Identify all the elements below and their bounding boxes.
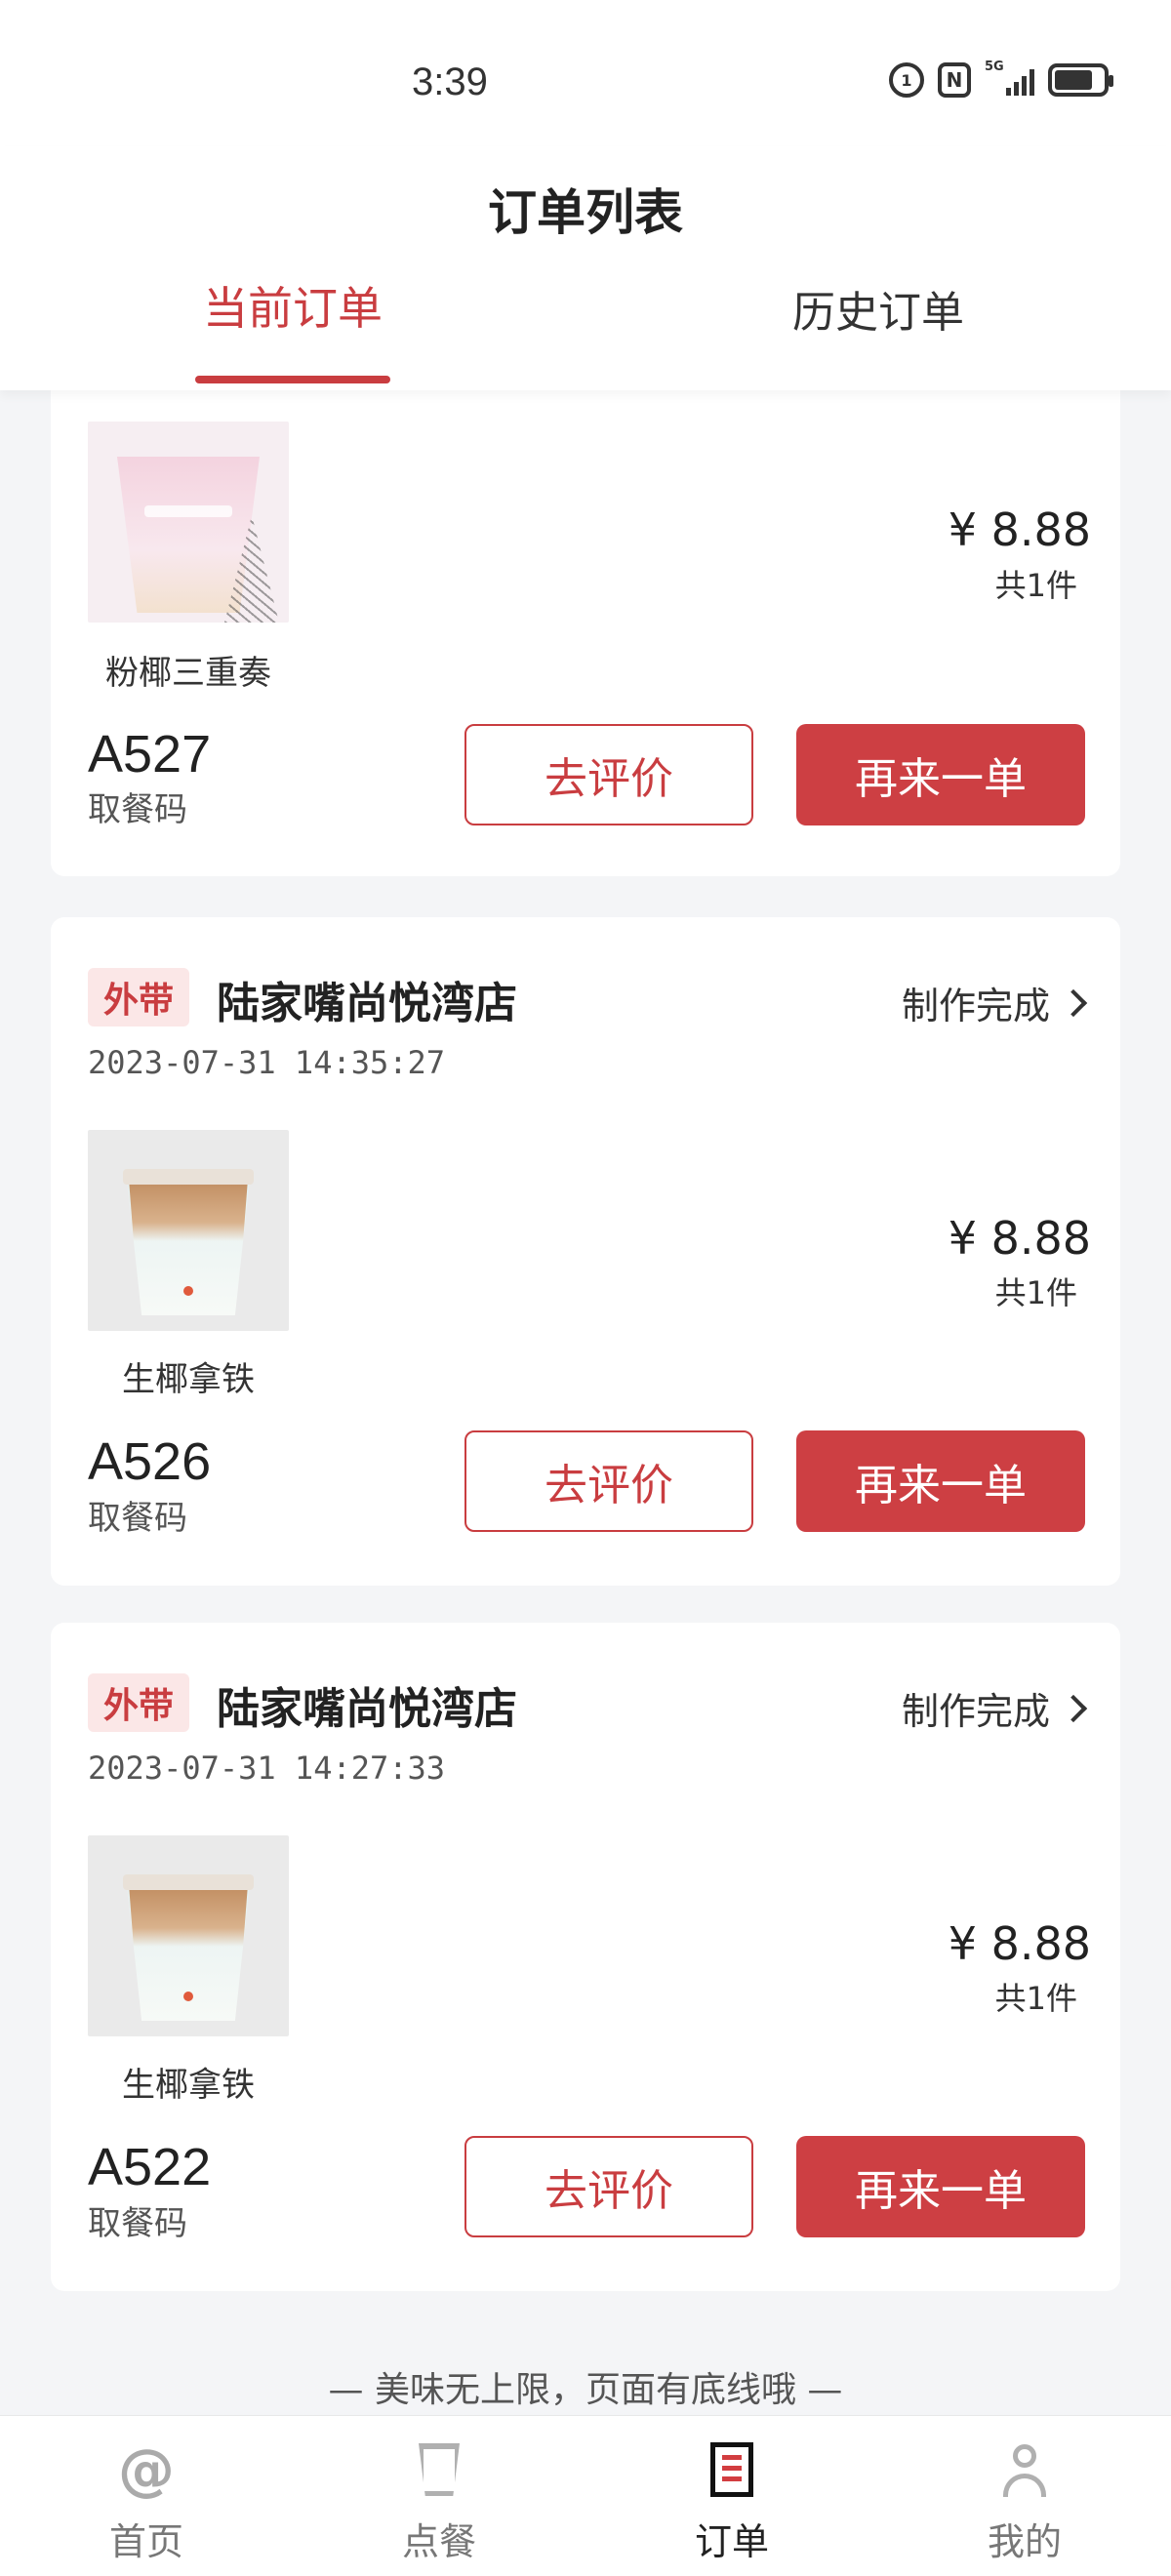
product-name: 生椰拿铁 <box>122 2066 255 2105</box>
pickup-code-label: 取餐码 <box>88 790 187 829</box>
network-type-label: 5G <box>985 60 1004 74</box>
pickup-code-label: 取餐码 <box>88 1499 187 1538</box>
chevron-right-icon <box>1059 988 1088 1017</box>
reorder-button[interactable]: 再来一单 <box>796 724 1085 825</box>
order-quantity: 共1件 <box>994 1274 1077 1311</box>
order-status-link[interactable]: 制作完成 <box>901 976 1088 1029</box>
tab-current-orders[interactable]: 当前订单 <box>195 273 390 338</box>
reorder-button[interactable]: 再来一单 <box>796 1430 1085 1532</box>
user-icon <box>992 2437 1057 2502</box>
review-button[interactable]: 去评价 <box>464 1430 753 1532</box>
reorder-button[interactable]: 再来一单 <box>796 2136 1085 2237</box>
order-status-link[interactable]: 制作完成 <box>901 1681 1088 1735</box>
order-status-text: 制作完成 <box>901 985 1050 1027</box>
product-image <box>88 1835 289 2036</box>
order-card[interactable]: 粉椰三重奏 ¥ 8.88 共1件 A527 取餐码 去评价 再来一单 <box>51 390 1120 876</box>
store-name: 陆家嘴尚悦湾店 <box>217 979 517 1028</box>
signal-icon: 5G <box>985 60 1034 96</box>
bottom-nav: @ 首页 点餐 订单 我的 <box>0 2415 1171 2576</box>
page-title: 订单列表 <box>488 184 683 241</box>
order-card[interactable]: 外带 陆家嘴尚悦湾店 制作完成 2023-07-31 14:27:33 生椰拿铁… <box>51 1623 1120 2291</box>
product-image <box>88 422 289 623</box>
order-time: 2023-07-31 14:27:33 <box>88 1750 446 1787</box>
order-price: ¥ 8.88 <box>948 503 1091 556</box>
nav-label: 首页 <box>108 2520 183 2563</box>
nfc-icon: N <box>938 62 971 98</box>
order-doc-icon <box>700 2437 764 2502</box>
chevron-right-icon <box>1059 1694 1088 1722</box>
at-icon: @ <box>118 2436 175 2503</box>
status-time: 3:39 <box>412 60 488 103</box>
status-bar: 3:39 1 N 5G <box>0 0 1171 146</box>
pickup-code-label: 取餐码 <box>88 2204 187 2243</box>
nav-item-orders[interactable]: 订单 <box>586 2416 878 2576</box>
nav-item-order-food[interactable]: 点餐 <box>293 2416 586 2576</box>
order-card[interactable]: 外带 陆家嘴尚悦湾店 制作完成 2023-07-31 14:35:27 生椰拿铁… <box>51 917 1120 1586</box>
page-header: 订单列表 当前订单 历史订单 <box>0 146 1171 390</box>
order-time: 2023-07-31 14:35:27 <box>88 1044 446 1081</box>
product-name: 粉椰三重奏 <box>105 654 271 693</box>
nav-label: 点餐 <box>401 2520 476 2563</box>
nav-item-profile[interactable]: 我的 <box>878 2416 1171 2576</box>
active-tab-indicator <box>195 376 390 383</box>
hd-call-icon: 1 <box>889 62 924 98</box>
tab-history-orders[interactable]: 历史订单 <box>781 277 976 340</box>
pickup-code: A522 <box>88 2138 212 2196</box>
cup-icon <box>407 2437 471 2502</box>
nav-label: 订单 <box>694 2520 769 2563</box>
order-price: ¥ 8.88 <box>948 1212 1091 1265</box>
battery-icon <box>1048 63 1113 97</box>
order-quantity: 共1件 <box>994 567 1077 604</box>
status-icons: 1 N 5G <box>889 60 1113 98</box>
pickup-code: A526 <box>88 1432 212 1491</box>
review-button[interactable]: 去评价 <box>464 724 753 825</box>
order-price: ¥ 8.88 <box>948 1917 1091 1970</box>
nav-item-home[interactable]: @ 首页 <box>0 2416 293 2576</box>
list-end-note: — 美味无上限，页面有底线哦 — <box>328 2370 843 2410</box>
nav-label: 我的 <box>987 2520 1062 2563</box>
order-quantity: 共1件 <box>994 1980 1077 2017</box>
store-name: 陆家嘴尚悦湾店 <box>217 1684 517 1734</box>
product-name: 生椰拿铁 <box>122 1360 255 1399</box>
review-button[interactable]: 去评价 <box>464 2136 753 2237</box>
order-status-text: 制作完成 <box>901 1690 1050 1733</box>
order-type-badge: 外带 <box>88 1673 189 1732</box>
pickup-code: A527 <box>88 725 212 784</box>
order-type-badge: 外带 <box>88 968 189 1026</box>
product-image <box>88 1130 289 1331</box>
